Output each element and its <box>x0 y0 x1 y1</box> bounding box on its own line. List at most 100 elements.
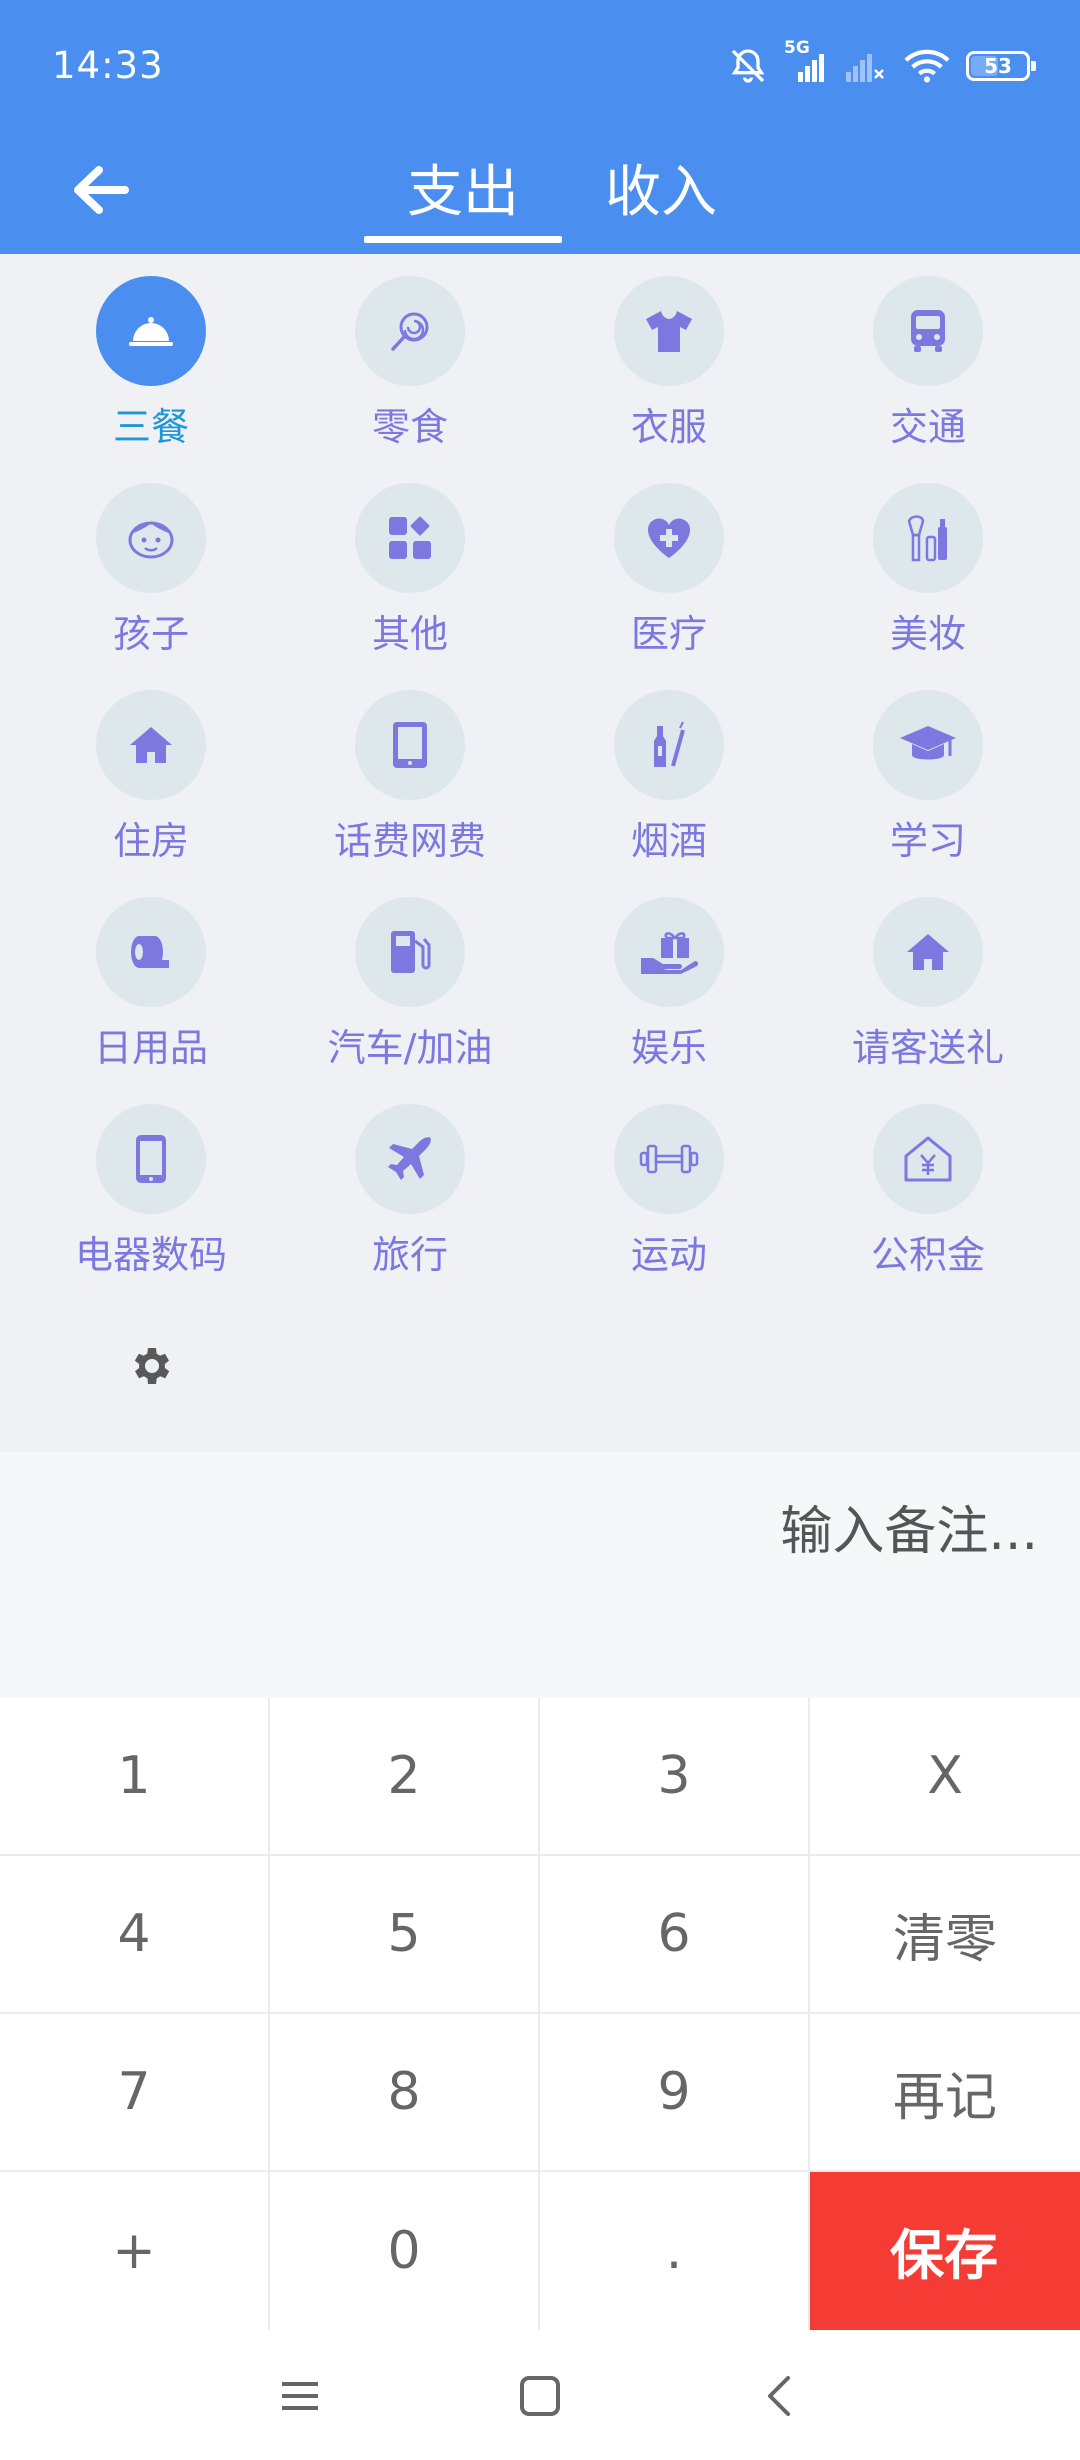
gear-icon <box>134 1348 170 1384</box>
category-grid: 三餐 零食 衣服 交通 孩子 其他 医疗 美妆 住房 话费网费 烟酒 学习 日用… <box>0 254 1080 1452</box>
category-label: 烟酒 <box>630 819 707 863</box>
battery-icon: 53 <box>966 51 1036 81</box>
category-icon-circle <box>355 897 465 1007</box>
category-housing-fund[interactable]: 公积金 <box>818 1082 1038 1282</box>
category-study[interactable]: 学习 <box>818 668 1038 868</box>
category-snacks[interactable]: 零食 <box>300 254 520 454</box>
lollipop-icon <box>391 312 429 351</box>
category-icon-circle <box>96 483 206 593</box>
category-label: 住房 <box>112 819 189 863</box>
mute-bell-icon <box>728 46 768 86</box>
category-icon-circle <box>614 276 724 386</box>
category-label: 日用品 <box>93 1026 208 1070</box>
key-3[interactable]: 3 <box>540 1698 810 1856</box>
category-tobacco-alcohol[interactable]: 烟酒 <box>559 668 779 868</box>
key-record-again[interactable]: 再记 <box>810 2014 1080 2172</box>
key-1[interactable]: 1 <box>0 1698 270 1856</box>
category-label: 娱乐 <box>630 1026 707 1070</box>
category-car-fuel[interactable]: 汽车/加油 <box>300 875 520 1075</box>
airplane-icon <box>388 1137 431 1180</box>
category-label: 零食 <box>371 405 448 449</box>
category-icon-circle <box>614 1104 724 1214</box>
category-icon-circle <box>614 690 724 800</box>
tab-income[interactable]: 收入 <box>578 148 744 238</box>
signal-5g-icon: 5G <box>784 38 828 84</box>
save-button[interactable]: 保存 <box>810 2172 1080 2330</box>
category-clothes[interactable]: 衣服 <box>559 254 779 454</box>
category-travel[interactable]: 旅行 <box>300 1082 520 1282</box>
category-icon-circle <box>614 897 724 1007</box>
category-sports[interactable]: 运动 <box>559 1082 779 1282</box>
category-icon-circle <box>873 690 983 800</box>
tshirt-icon <box>646 311 692 352</box>
key-clear[interactable]: 清零 <box>810 1856 1080 2014</box>
graduation-cap-icon <box>900 726 956 760</box>
status-bar: 14:33 5G 53 <box>0 0 1080 130</box>
key-6[interactable]: 6 <box>540 1856 810 2014</box>
category-icon-circle <box>355 483 465 593</box>
recent-apps-button[interactable] <box>268 2364 332 2428</box>
note-area <box>0 1452 1080 1698</box>
heart-cross-icon <box>647 518 691 558</box>
active-tab-indicator <box>364 236 562 243</box>
signal-empty-icon <box>844 48 888 84</box>
category-icon-circle <box>355 1104 465 1214</box>
category-settings-button[interactable] <box>120 1334 184 1398</box>
key-9[interactable]: 9 <box>540 2014 810 2172</box>
category-phone-internet[interactable]: 话费网费 <box>300 668 520 868</box>
battery-level: 53 <box>984 54 1012 78</box>
category-label: 医疗 <box>630 612 707 656</box>
category-icon-circle <box>873 276 983 386</box>
category-housing[interactable]: 住房 <box>41 668 261 868</box>
category-icon-circle <box>355 690 465 800</box>
keypad: 1 2 3 X 4 5 6 清零 7 8 9 再记 + 0 . 保存 <box>0 1698 1080 2330</box>
category-label: 孩子 <box>112 612 189 656</box>
category-label: 三餐 <box>112 405 189 449</box>
back-button[interactable] <box>60 150 140 230</box>
square-icon <box>520 2376 560 2416</box>
category-icon-circle <box>96 690 206 800</box>
category-label: 美妆 <box>889 612 966 656</box>
tab-expense[interactable]: 支出 <box>364 148 562 238</box>
category-treats-gifts[interactable]: 请客送礼 <box>818 875 1038 1075</box>
key-2[interactable]: 2 <box>270 1698 540 1856</box>
category-label: 话费网费 <box>333 819 486 863</box>
gas-pump-icon <box>391 931 431 973</box>
category-meals[interactable]: 三餐 <box>41 254 261 454</box>
category-electronics[interactable]: 电器数码 <box>41 1082 261 1282</box>
key-plus[interactable]: + <box>0 2172 270 2330</box>
category-label: 衣服 <box>630 405 707 449</box>
status-icons: 5G 53 <box>728 38 1036 88</box>
category-daily-goods[interactable]: 日用品 <box>41 875 261 1075</box>
note-input[interactable] <box>138 1492 1038 1572</box>
key-0[interactable]: 0 <box>270 2172 540 2330</box>
bus-icon <box>911 310 945 352</box>
category-kids[interactable]: 孩子 <box>41 461 261 661</box>
category-icon-circle <box>614 483 724 593</box>
system-nav-bar <box>0 2330 1080 2460</box>
category-label: 学习 <box>889 819 966 863</box>
tablet-icon <box>393 722 427 768</box>
home-button[interactable] <box>508 2364 572 2428</box>
key-delete[interactable]: X <box>810 1698 1080 1856</box>
category-makeup[interactable]: 美妆 <box>818 461 1038 661</box>
category-entertainment[interactable]: 娱乐 <box>559 875 779 1075</box>
arrow-left-icon <box>74 166 129 214</box>
category-icon-circle <box>96 276 206 386</box>
category-label: 汽车/加油 <box>327 1026 493 1070</box>
makeup-icon <box>907 515 947 562</box>
system-back-button[interactable] <box>748 2364 812 2428</box>
key-8[interactable]: 8 <box>270 2014 540 2172</box>
key-7[interactable]: 7 <box>0 2014 270 2172</box>
key-5[interactable]: 5 <box>270 1856 540 2014</box>
key-4[interactable]: 4 <box>0 1856 270 2014</box>
category-other[interactable]: 其他 <box>300 461 520 661</box>
key-dot[interactable]: . <box>540 2172 810 2330</box>
category-label: 电器数码 <box>74 1233 227 1277</box>
house-icon <box>130 727 172 763</box>
cloche-icon <box>129 317 173 346</box>
category-transport[interactable]: 交通 <box>818 254 1038 454</box>
category-icon-circle <box>873 1104 983 1214</box>
category-medical[interactable]: 医疗 <box>559 461 779 661</box>
chevron-left-icon <box>768 2376 790 2416</box>
